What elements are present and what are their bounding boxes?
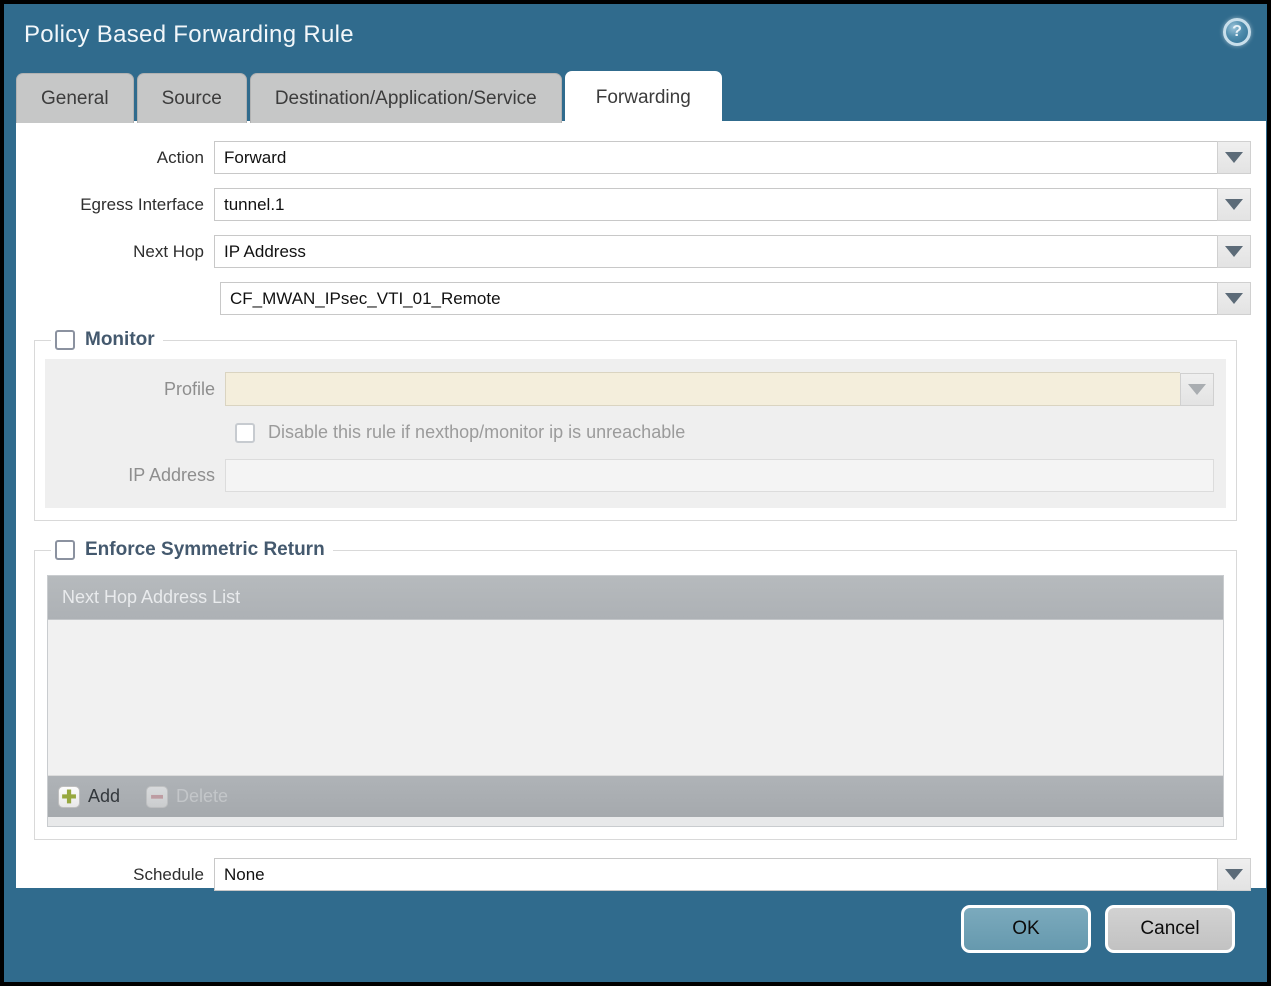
schedule-row: Schedule xyxy=(16,858,1251,891)
minus-icon: ━ xyxy=(146,785,169,808)
next-hop-address-list-body[interactable] xyxy=(48,619,1223,775)
chevron-down-icon xyxy=(1225,293,1243,304)
next-hop-label: Next Hop xyxy=(133,241,204,261)
disable-rule-row: Disable this rule if nexthop/monitor ip … xyxy=(235,422,1214,443)
monitor-ip-address-row: IP Address xyxy=(45,459,1214,492)
schedule-combo xyxy=(214,858,1251,891)
egress-interface-dropdown-button[interactable] xyxy=(1217,188,1251,221)
action-combo xyxy=(214,141,1251,174)
disable-rule-label: Disable this rule if nexthop/monitor ip … xyxy=(268,422,686,442)
chevron-down-icon xyxy=(1188,383,1206,395)
tab-source[interactable]: Source xyxy=(136,73,247,123)
next-hop-address-input[interactable] xyxy=(220,282,1217,315)
dialog-title: Policy Based Forwarding Rule xyxy=(24,21,354,48)
add-button[interactable]: ✚ Add xyxy=(58,785,120,808)
enforce-symmetric-return-section: Enforce Symmetric Return Next Hop Addres… xyxy=(34,539,1237,840)
action-input[interactable] xyxy=(214,141,1217,174)
schedule-input[interactable] xyxy=(214,858,1217,891)
next-hop-combo xyxy=(214,235,1251,268)
tab-forwarding[interactable]: Forwarding xyxy=(564,71,722,123)
dialog-footer: OK Cancel xyxy=(8,880,1263,978)
enforce-symmetric-return-legend-label: Enforce Symmetric Return xyxy=(85,539,325,560)
chevron-down-icon xyxy=(1225,246,1243,257)
schedule-label: Schedule xyxy=(133,864,204,884)
next-hop-type-input[interactable] xyxy=(214,235,1217,268)
next-hop-address-combo xyxy=(220,282,1251,315)
next-hop-address-list-toolbar: ✚ Add ━ Delete xyxy=(48,775,1223,817)
chevron-down-icon xyxy=(1225,152,1243,163)
profile-label: Profile xyxy=(163,378,215,399)
tab-general[interactable]: General xyxy=(16,73,134,123)
help-icon[interactable]: ? xyxy=(1223,18,1251,46)
next-hop-row: Next Hop xyxy=(16,235,1251,268)
monitor-legend: Monitor xyxy=(51,329,163,351)
next-hop-address-row xyxy=(16,282,1251,315)
chevron-down-icon xyxy=(1225,199,1243,210)
next-hop-dropdown-button[interactable] xyxy=(1217,235,1251,268)
next-hop-address-list-header: Next Hop Address List xyxy=(48,576,1223,619)
monitor-legend-label: Monitor xyxy=(85,329,155,350)
dialog-window: Policy Based Forwarding Rule ? General S… xyxy=(0,0,1271,986)
table-bottom-strip xyxy=(48,817,1223,826)
egress-interface-input[interactable] xyxy=(214,188,1217,221)
monitor-ip-address-label: IP Address xyxy=(128,465,215,485)
disable-rule-checkbox xyxy=(235,422,255,443)
cancel-button[interactable]: Cancel xyxy=(1105,905,1235,953)
next-hop-address-list-table: Next Hop Address List ✚ Add ━ Delete xyxy=(47,575,1224,827)
tab-destination-application-service[interactable]: Destination/Application/Service xyxy=(249,73,562,123)
monitor-section: Monitor Profile Disable this rule if nex… xyxy=(34,329,1237,521)
egress-interface-combo xyxy=(214,188,1251,221)
monitor-ip-address-input xyxy=(225,459,1214,492)
monitor-checkbox[interactable] xyxy=(55,330,75,350)
profile-row: Profile xyxy=(45,372,1214,406)
title-bar: Policy Based Forwarding Rule ? xyxy=(4,4,1267,67)
egress-interface-row: Egress Interface xyxy=(16,188,1251,221)
delete-button: ━ Delete xyxy=(146,785,228,808)
action-row: Action xyxy=(16,141,1251,174)
tab-bar: General Source Destination/Application/S… xyxy=(16,71,722,123)
enforce-symmetric-return-checkbox[interactable] xyxy=(55,540,75,560)
monitor-content: Profile Disable this rule if nexthop/mon… xyxy=(45,359,1226,508)
forwarding-tab-panel: Action Egress Interface Next Hop xyxy=(16,121,1266,891)
action-label: Action xyxy=(156,147,204,167)
profile-input xyxy=(225,372,1180,406)
enforce-symmetric-return-legend: Enforce Symmetric Return xyxy=(51,539,333,561)
egress-interface-label: Egress Interface xyxy=(80,194,204,214)
ok-button[interactable]: OK xyxy=(961,905,1091,953)
next-hop-address-dropdown-button[interactable] xyxy=(1217,282,1251,315)
chevron-down-icon xyxy=(1225,869,1243,880)
plus-icon: ✚ xyxy=(58,785,80,808)
action-dropdown-button[interactable] xyxy=(1217,141,1251,174)
schedule-dropdown-button[interactable] xyxy=(1217,858,1251,891)
profile-dropdown-button xyxy=(1180,372,1214,406)
